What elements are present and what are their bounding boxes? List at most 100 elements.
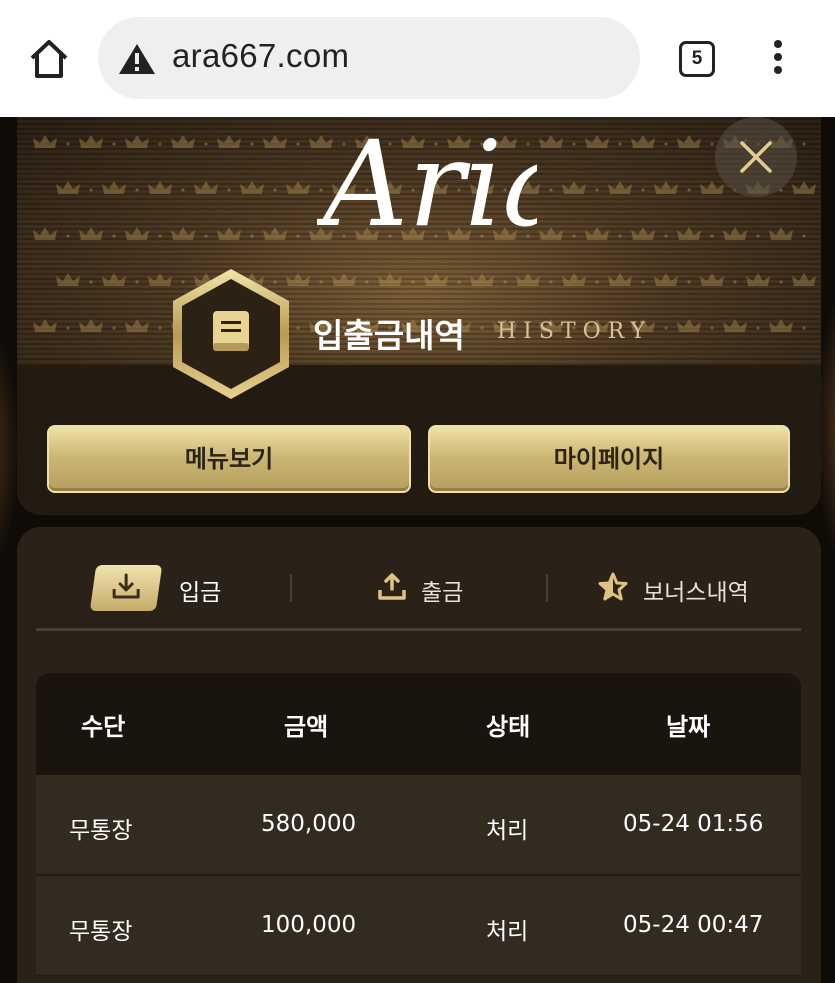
crown-ornament xyxy=(378,273,402,286)
dot-ornament xyxy=(687,280,691,284)
tab-bonus-label: 보너스내역 xyxy=(643,580,749,606)
crown-ornament xyxy=(677,319,701,332)
crown-ornament xyxy=(677,227,701,240)
crown-ornament xyxy=(263,227,287,240)
dot-ornament xyxy=(710,326,714,330)
dot-ornament xyxy=(204,142,208,146)
crown-ornament xyxy=(171,135,195,148)
dot-ornament xyxy=(227,188,231,192)
crown-ornament xyxy=(585,227,609,240)
crown-ornament xyxy=(56,273,80,286)
crown-ornament xyxy=(700,181,724,194)
crown-ornament xyxy=(539,227,563,240)
dot-ornament xyxy=(89,188,93,192)
dot-ornament xyxy=(618,234,622,238)
crown-ornament xyxy=(79,319,103,332)
dot-ornament xyxy=(549,188,553,192)
dot-ornament xyxy=(572,234,576,238)
dot-ornament xyxy=(710,142,714,146)
crown-ornament xyxy=(33,319,57,332)
dot-ornament xyxy=(112,234,116,238)
crown-ornament xyxy=(746,273,770,286)
tabs-icon[interactable]: 5 xyxy=(679,41,715,77)
dot-ornament xyxy=(480,326,484,330)
dot-ornament xyxy=(802,326,806,330)
tab-withdraw[interactable]: 출금 xyxy=(377,563,497,613)
crown-ornament xyxy=(263,135,287,148)
dot-ornament xyxy=(158,326,162,330)
cell-amount: 580,000 xyxy=(261,811,357,837)
more-vert-icon[interactable] xyxy=(770,40,786,80)
crown-ornament xyxy=(217,135,241,148)
crown-ornament xyxy=(585,135,609,148)
cell-method: 무통장 xyxy=(69,818,133,844)
crown-ornament xyxy=(102,181,126,194)
history-card: 입금 출금 보너스내역 수단 금액 상태 날짜 무통장 580,000 처리 0… xyxy=(17,527,821,983)
address-bar[interactable]: ara667.com xyxy=(98,17,640,99)
crown-ornament xyxy=(33,135,57,148)
crown-ornament xyxy=(171,227,195,240)
book-icon xyxy=(173,269,289,399)
dot-ornament xyxy=(710,234,714,238)
dot-ornament xyxy=(572,142,576,146)
download-icon xyxy=(89,565,163,611)
crown-ornament xyxy=(148,181,172,194)
dot-ornament xyxy=(158,234,162,238)
dot-ornament xyxy=(733,280,737,284)
crown-ornament xyxy=(631,135,655,148)
upload-icon xyxy=(378,573,406,600)
mypage-button[interactable]: 마이페이지 xyxy=(428,425,790,493)
crown-ornament xyxy=(631,227,655,240)
menu-button[interactable]: 메뉴보기 xyxy=(47,425,411,493)
dot-ornament xyxy=(296,234,300,238)
column-header-status: 상태 xyxy=(486,713,531,741)
logo-text: Aria xyxy=(317,117,537,253)
crown-ornament xyxy=(102,273,126,286)
dot-ornament xyxy=(687,188,691,192)
dot-ornament xyxy=(618,142,622,146)
dot-ornament xyxy=(802,234,806,238)
crown-ornament xyxy=(562,273,586,286)
dot-ornament xyxy=(756,326,760,330)
crown-ornament xyxy=(33,227,57,240)
crown-ornament xyxy=(723,227,747,240)
dot-ornament xyxy=(66,234,70,238)
crown-ornament xyxy=(677,135,701,148)
dot-ornament xyxy=(411,280,415,284)
tab-bonus[interactable]: 보너스내역 xyxy=(597,563,797,613)
dot-ornament xyxy=(135,188,139,192)
crown-ornament xyxy=(792,181,816,194)
tab-deposit-label: 입금 xyxy=(179,580,222,606)
cell-method: 무통장 xyxy=(69,919,133,945)
crown-ornament xyxy=(194,181,218,194)
crown-ornament xyxy=(516,273,540,286)
dot-ornament xyxy=(503,280,507,284)
dot-ornament xyxy=(457,280,461,284)
dot-ornament xyxy=(204,234,208,238)
history-table: 수단 금액 상태 날짜 무통장 580,000 처리 05-24 01:56 무… xyxy=(36,673,801,977)
dot-ornament xyxy=(89,280,93,284)
dot-ornament xyxy=(296,326,300,330)
cell-amount: 100,000 xyxy=(261,912,357,938)
browser-toolbar: ara667.com 5 xyxy=(0,0,835,117)
dot-ornament xyxy=(664,142,668,146)
star-icon xyxy=(598,572,628,601)
close-button[interactable] xyxy=(715,117,797,197)
dot-ornament xyxy=(595,280,599,284)
dot-ornament xyxy=(66,142,70,146)
dot-ornament xyxy=(66,326,70,330)
url-text[interactable]: ara667.com xyxy=(172,37,349,75)
crown-ornament xyxy=(125,319,149,332)
dot-ornament xyxy=(296,142,300,146)
page-title: 입출금내역 xyxy=(313,316,465,355)
table-row: 무통장 100,000 처리 05-24 00:47 xyxy=(36,876,801,977)
warning-icon[interactable] xyxy=(118,43,156,75)
tab-deposit[interactable]: 입금 xyxy=(89,563,233,613)
page-subtitle: HISTORY xyxy=(497,319,653,344)
home-icon[interactable] xyxy=(24,34,74,84)
column-header-amount: 금액 xyxy=(284,713,329,741)
column-header-date: 날짜 xyxy=(666,713,711,741)
dot-ornament xyxy=(319,280,323,284)
dot-ornament xyxy=(756,234,760,238)
close-icon xyxy=(740,141,772,173)
